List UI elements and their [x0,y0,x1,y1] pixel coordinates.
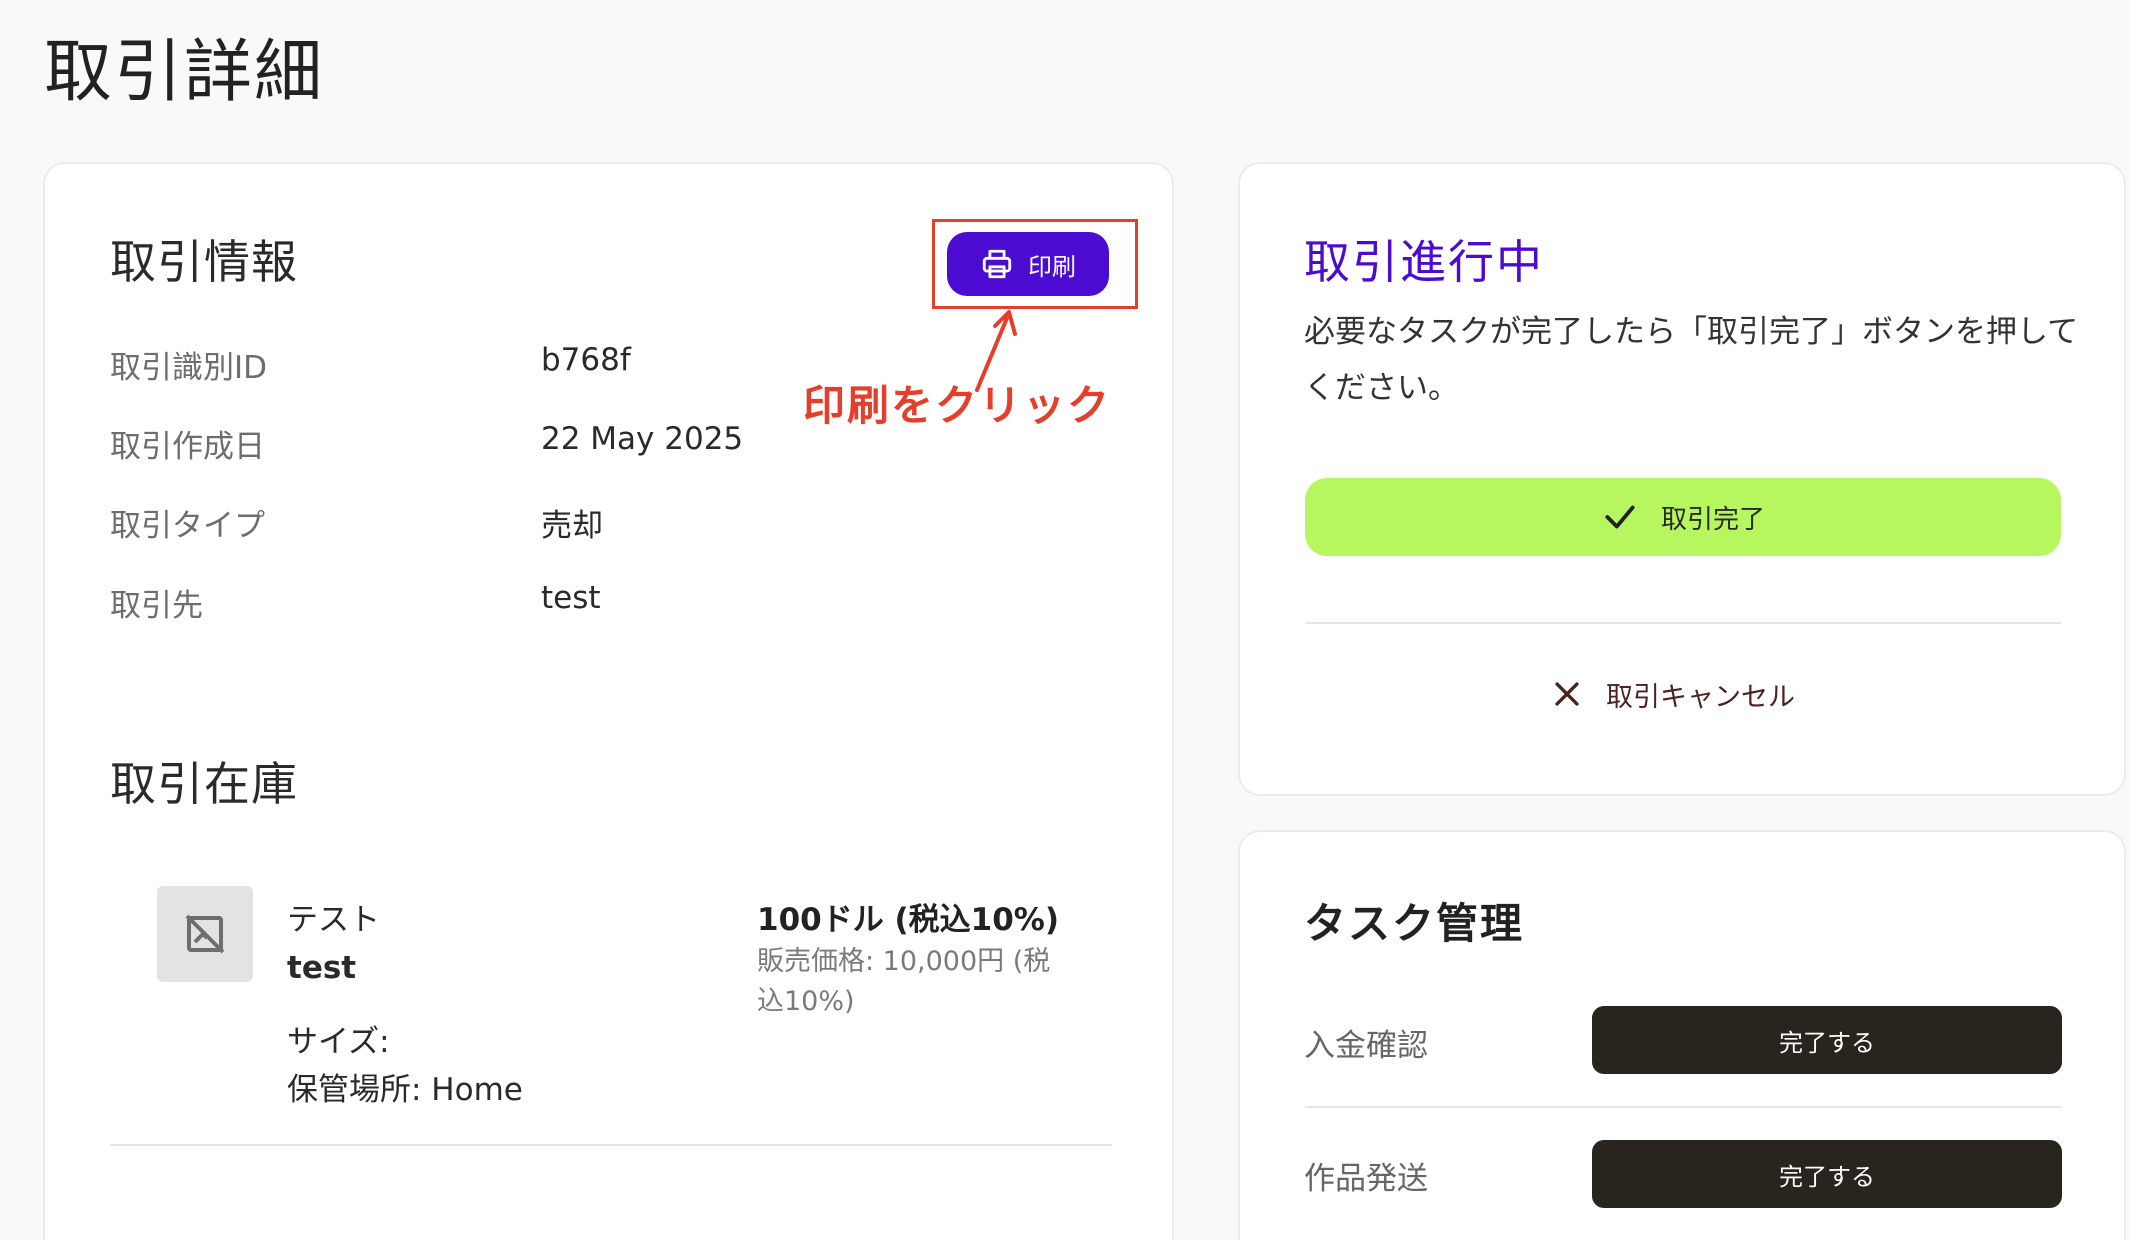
cancel-button-label: 取引キャンセル [1606,681,1795,712]
transaction-info-card: 取引情報 印刷 印刷をクリック 取引識別ID b768f 取引作成日 22 Ma… [43,162,1174,1240]
info-value-type: 売却 [541,508,603,544]
complete-button-label: 取引完了 [1660,503,1765,534]
item-location: 保管場所: Home [287,1072,523,1108]
inventory-divider [110,1144,1112,1146]
print-button[interactable]: 印刷 [947,232,1109,296]
item-subname: test [287,950,357,986]
status-title: 取引進行中 [1304,235,1544,289]
complete-transaction-button[interactable]: 取引完了 [1305,478,2061,556]
task-complete-button-shipping[interactable]: 完了する [1592,1140,2062,1208]
item-size: サイズ: [287,1024,390,1060]
status-description: 必要なタスクが完了したら「取引完了」ボタンを押してください。 [1304,314,2079,406]
check-icon [1605,505,1635,529]
item-price: 100ドル (税込10%) [757,902,1060,938]
task-label-shipping: 作品発送 [1304,1161,1428,1197]
task-title: タスク管理 [1304,899,1525,948]
page-root: 取引詳細 取引情報 印刷 印刷をクリック 取引識別ID b768f 取引作成日 … [0,0,2130,1240]
info-label-id: 取引識別ID [110,350,268,386]
info-label-type: 取引タイプ [110,508,265,544]
task-complete-button-payment[interactable]: 完了する [1592,1006,2062,1074]
info-value-partner: test [541,580,601,616]
section-title-info: 取引情報 [110,235,298,289]
printer-icon [982,249,1012,279]
print-button-label: 印刷 [1028,253,1076,281]
cancel-transaction-button[interactable]: 取引キャンセル [1550,664,1795,724]
task-divider [1305,1106,2061,1108]
info-value-id: b768f [541,342,631,378]
image-not-supported-icon [185,914,225,954]
task-management-card: タスク管理 入金確認 完了する 作品発送 完了する [1238,830,2126,1240]
section-title-inventory: 取引在庫 [110,757,298,811]
item-thumbnail [157,886,253,982]
info-label-partner: 取引先 [110,588,203,624]
info-value-date: 22 May 2025 [541,421,744,457]
item-name: テスト [287,902,380,938]
annotation-text: 印刷をクリック [803,381,1112,430]
item-sale-price: 販売価格: 10,000円 (税込10%) [757,946,1051,1017]
status-divider [1305,622,2061,624]
page-title: 取引詳細 [44,33,325,112]
transaction-status-card: 取引進行中 必要なタスクが完了したら「取引完了」ボタンを押してください。 取引完… [1238,162,2126,796]
task-label-payment: 入金確認 [1304,1028,1428,1064]
close-icon [1555,682,1579,706]
info-label-date: 取引作成日 [110,429,265,465]
